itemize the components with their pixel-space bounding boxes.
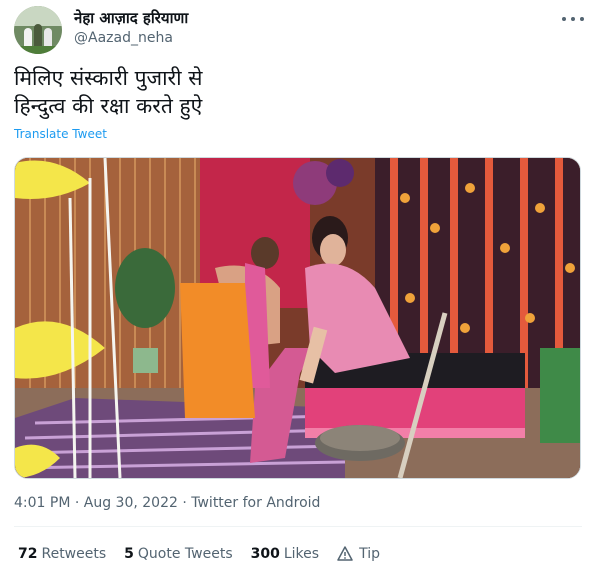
retweets-stat[interactable]: 72 Retweets [18,546,106,562]
tweet-stats: 72 Retweets 5 Quote Tweets 300 Likes Tip [18,546,380,562]
translate-tweet-link[interactable]: Translate Tweet [14,127,107,141]
retweets-count: 72 [18,546,38,562]
tweet-text: मिलिए संस्कारी पुजारी से हिन्दुत्व की रक… [14,66,203,118]
divider [14,526,582,527]
tip-button[interactable]: Tip [337,546,380,562]
avatar[interactable] [14,6,62,54]
more-icon[interactable] [562,12,584,26]
tweet-header: नेहा आज़ाद हरियाणा @Aazad_neha [14,6,584,54]
quotes-label: Quote Tweets [137,546,233,562]
media-photo [15,158,580,478]
tweet-media-image[interactable] [14,157,581,479]
display-name[interactable]: नेहा आज़ाद हरियाणा [74,8,188,28]
retweets-label: Retweets [41,546,107,562]
quote-tweets-stat[interactable]: 5 Quote Tweets [124,546,232,562]
user-handle[interactable]: @Aazad_neha [74,30,173,46]
tip-label: Tip [359,546,380,562]
quotes-count: 5 [124,546,134,562]
tweet-timestamp[interactable]: 4:01 PM · Aug 30, 2022 · Twitter for And… [14,495,320,511]
likes-label: Likes [283,546,320,562]
likes-count: 300 [250,546,280,562]
tip-icon [337,546,353,561]
likes-stat[interactable]: 300 Likes [251,546,319,562]
